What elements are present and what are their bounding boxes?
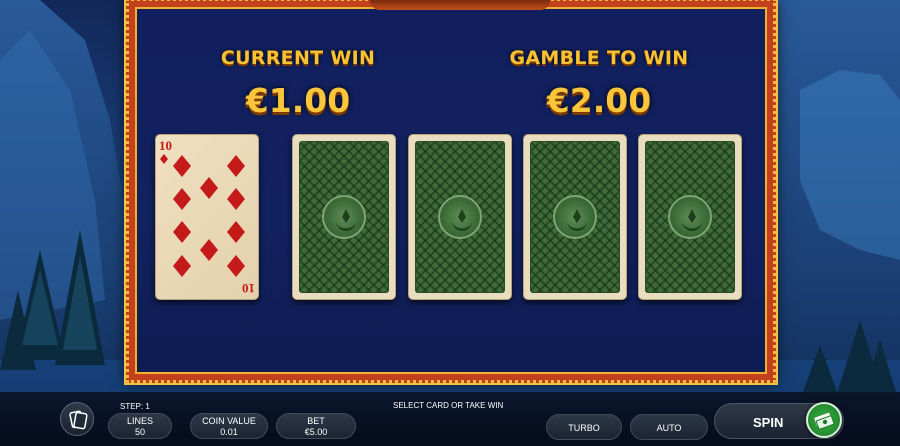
turbo-label: TURBO (568, 423, 600, 433)
card-back-pattern (530, 141, 620, 293)
spin-label: SPIN (753, 415, 784, 430)
money-stack-icon (814, 412, 835, 430)
card-rank-top: 10 (159, 138, 172, 153)
turbo-button[interactable]: TURBO (546, 414, 622, 440)
gamble-panel: CURRENT WIN €1.00 GAMBLE TO WIN €2.00 10… (126, 0, 776, 383)
bet-button[interactable]: BET €5.00 (276, 413, 356, 439)
auto-label: AUTO (656, 423, 682, 433)
crescent-emblem-icon (438, 195, 482, 239)
instruction-text: SELECT CARD OR TAKE WIN (393, 401, 504, 410)
cards-menu-button[interactable] (60, 402, 94, 436)
face-down-card-3[interactable] (523, 134, 627, 300)
revealed-card-ten-of-diamonds: 10 10 (155, 134, 259, 300)
auto-button[interactable]: AUTO (630, 414, 708, 440)
face-down-card-1[interactable] (292, 134, 396, 300)
card-back-pattern (299, 141, 389, 293)
card-back-pattern (645, 141, 735, 293)
diamond-pips-icon (173, 155, 245, 277)
panel-top-crest (370, 0, 550, 10)
lines-label: LINES (126, 416, 153, 426)
gamble-to-win-label: GAMBLE TO WIN (509, 47, 689, 69)
crescent-emblem-icon (668, 195, 712, 239)
bet-value: €5.00 (304, 427, 328, 437)
crescent-emblem-icon (322, 195, 366, 239)
current-win-label: CURRENT WIN (220, 47, 376, 69)
card-back-pattern (415, 141, 505, 293)
spin-circle-button[interactable] (806, 402, 842, 438)
current-win-value: €1.00 (245, 81, 351, 120)
step-indicator: STEP: 1 (120, 402, 150, 411)
card-corner-diamond-icon (160, 154, 168, 164)
face-down-card-2[interactable] (408, 134, 512, 300)
face-down-card-4[interactable] (638, 134, 742, 300)
coin-value-button[interactable]: COIN VALUE 0.01 (190, 413, 268, 439)
coin-value-label: COIN VALUE (202, 416, 256, 426)
coin-value: 0.01 (220, 427, 238, 437)
gamble-to-win-value: €2.00 (546, 81, 652, 120)
cards-menu-icon (69, 410, 88, 430)
bet-label: BET (307, 416, 325, 426)
crescent-emblem-icon (553, 195, 597, 239)
lines-button[interactable]: LINES 50 (108, 413, 172, 439)
lines-value: 50 (134, 427, 145, 437)
